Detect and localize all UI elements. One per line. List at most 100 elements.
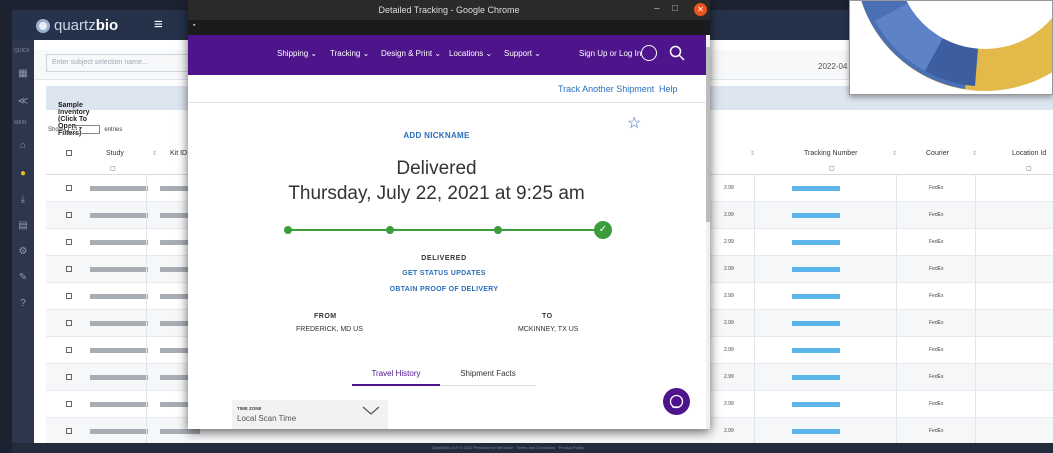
tracking-number-link[interactable] — [792, 348, 840, 353]
hamburger-icon[interactable]: ≡ — [154, 16, 163, 33]
sidebar-quick-label: QUICK — [14, 48, 30, 54]
column-divider — [146, 364, 147, 390]
column-divider — [975, 391, 976, 417]
sort-icon[interactable]: ⇕ — [892, 150, 897, 157]
address-bar[interactable]: ▪ — [188, 20, 710, 35]
track-another-link[interactable]: Track Another Shipment — [558, 84, 654, 94]
column-divider — [975, 364, 976, 390]
courier-cell: FedEx — [929, 212, 944, 218]
home-icon[interactable]: ⌂ — [17, 140, 29, 152]
column-filter-icon[interactable]: ▢ — [829, 165, 835, 172]
sunburst-chart-window[interactable] — [849, 0, 1053, 95]
logo-text-light: quartz — [54, 17, 96, 34]
row-checkbox[interactable] — [66, 212, 72, 218]
column-divider — [975, 310, 976, 336]
close-icon[interactable]: ✕ — [694, 3, 707, 16]
nav-design-print[interactable]: Design & Print ⌄ — [381, 49, 441, 58]
window-titlebar[interactable]: Detailed Tracking - Google Chrome – □ ✕ — [188, 0, 710, 20]
col-kit-id[interactable]: Kit ID — [170, 150, 187, 157]
nav-locations[interactable]: Locations ⌄ — [449, 49, 492, 58]
row-checkbox[interactable] — [66, 320, 72, 326]
star-icon[interactable]: ☆ — [627, 113, 641, 133]
chrome-window[interactable]: Detailed Tracking - Google Chrome – □ ✕ … — [188, 0, 710, 429]
column-divider — [975, 175, 976, 201]
tracking-number-link[interactable] — [792, 375, 840, 380]
tracking-number-link[interactable] — [792, 240, 840, 245]
redacted-study — [90, 213, 148, 218]
column-divider — [146, 175, 147, 201]
tab-shipment-facts[interactable]: Shipment Facts — [440, 364, 536, 386]
subject-search-input[interactable]: Enter subject selection name... — [46, 54, 196, 72]
help-icon[interactable]: ? — [17, 298, 29, 310]
sort-icon[interactable]: ⇕ — [750, 150, 755, 157]
screen: quartz bio ≡ QUICK ▦ ≪ MAIN ⌂ ● ⤓ ▤ ⚙ ✎ ?… — [0, 0, 1053, 453]
nav-tracking[interactable]: Tracking ⌄ — [330, 49, 369, 58]
col-study[interactable]: Study — [106, 150, 124, 157]
col-tracking-number[interactable]: Tracking Number — [804, 150, 857, 157]
help-link[interactable]: Help — [659, 84, 678, 94]
sidebar-main-label: MAIN — [14, 120, 27, 126]
row-checkbox[interactable] — [66, 347, 72, 353]
search-icon[interactable] — [669, 45, 685, 61]
maximize-icon[interactable]: □ — [672, 3, 678, 14]
tracking-number-link[interactable] — [792, 294, 840, 299]
time-zone-select[interactable]: TIME ZONE Local Scan Time — [232, 400, 388, 429]
tracking-number-link[interactable] — [792, 267, 840, 272]
pen-icon[interactable]: ✎ — [17, 272, 29, 284]
courier-cell: FedEx — [929, 293, 944, 299]
redacted-study — [90, 321, 148, 326]
nav-shipping[interactable]: Shipping ⌄ — [277, 49, 317, 58]
scrollbar-thumb[interactable] — [706, 47, 710, 222]
settings-icon[interactable]: ⚙ — [17, 246, 29, 258]
nav-support[interactable]: Support ⌄ — [504, 49, 541, 58]
row-checkbox[interactable] — [66, 239, 72, 245]
col-courier[interactable]: Courier — [926, 150, 949, 157]
sort-icon[interactable]: ⇕ — [152, 150, 157, 157]
column-divider — [146, 202, 147, 228]
grid-icon[interactable]: ▦ — [17, 68, 29, 80]
sort-icon[interactable]: ⇕ — [972, 150, 977, 157]
row-checkbox[interactable] — [66, 266, 72, 272]
chat-button[interactable] — [663, 388, 690, 415]
col-location-id[interactable]: Location Id — [1012, 150, 1046, 157]
date-readout: 2022-04 — [818, 62, 848, 71]
proof-of-delivery-link[interactable]: OBTAIN PROOF OF DELIVERY — [188, 286, 700, 293]
share-icon[interactable]: ≪ — [17, 96, 29, 108]
add-nickname-link[interactable]: ADD NICKNAME — [188, 131, 685, 140]
row-checkbox[interactable] — [66, 401, 72, 407]
row-checkbox[interactable] — [66, 293, 72, 299]
column-divider — [975, 229, 976, 255]
row-checkbox[interactable] — [66, 185, 72, 191]
column-divider — [975, 283, 976, 309]
sign-in-link[interactable]: Sign Up or Log In — [579, 49, 641, 58]
tracking-number-link[interactable] — [792, 186, 840, 191]
tracking-number-link[interactable] — [792, 213, 840, 218]
app-logo[interactable]: quartz bio — [36, 17, 118, 34]
scrollbar[interactable] — [706, 35, 710, 429]
time-zone-value: Local Scan Time — [237, 414, 297, 423]
tracking-number-link[interactable] — [792, 321, 840, 326]
get-status-updates-link[interactable]: GET STATUS UPDATES — [188, 270, 700, 277]
progress-line — [286, 229, 604, 231]
download-icon[interactable]: ⤓ — [17, 194, 29, 206]
column-filter-icon[interactable]: ▢ — [110, 165, 116, 172]
courier-cell: FedEx — [929, 320, 944, 326]
tab-travel-history[interactable]: Travel History — [352, 364, 440, 386]
minimize-icon[interactable]: – — [654, 3, 660, 14]
window-title: Detailed Tracking - Google Chrome — [378, 5, 520, 15]
courier-cell: FedEx — [929, 185, 944, 191]
document-icon[interactable]: ▤ — [17, 220, 29, 232]
row-checkbox[interactable] — [66, 374, 72, 380]
tracking-number-link[interactable] — [792, 429, 840, 434]
column-filter-icon[interactable]: ▢ — [1026, 165, 1032, 172]
row-checkbox[interactable] — [66, 428, 72, 434]
gear-icon[interactable]: ● — [17, 168, 29, 180]
user-icon[interactable] — [641, 45, 657, 61]
courier-cell: FedEx — [929, 374, 944, 380]
select-all-checkbox[interactable] — [66, 150, 72, 156]
entries-select[interactable]: 15 ▾ — [67, 125, 100, 134]
column-divider — [754, 256, 755, 282]
column-divider — [896, 337, 897, 363]
redacted-study — [90, 186, 148, 191]
tracking-number-link[interactable] — [792, 402, 840, 407]
